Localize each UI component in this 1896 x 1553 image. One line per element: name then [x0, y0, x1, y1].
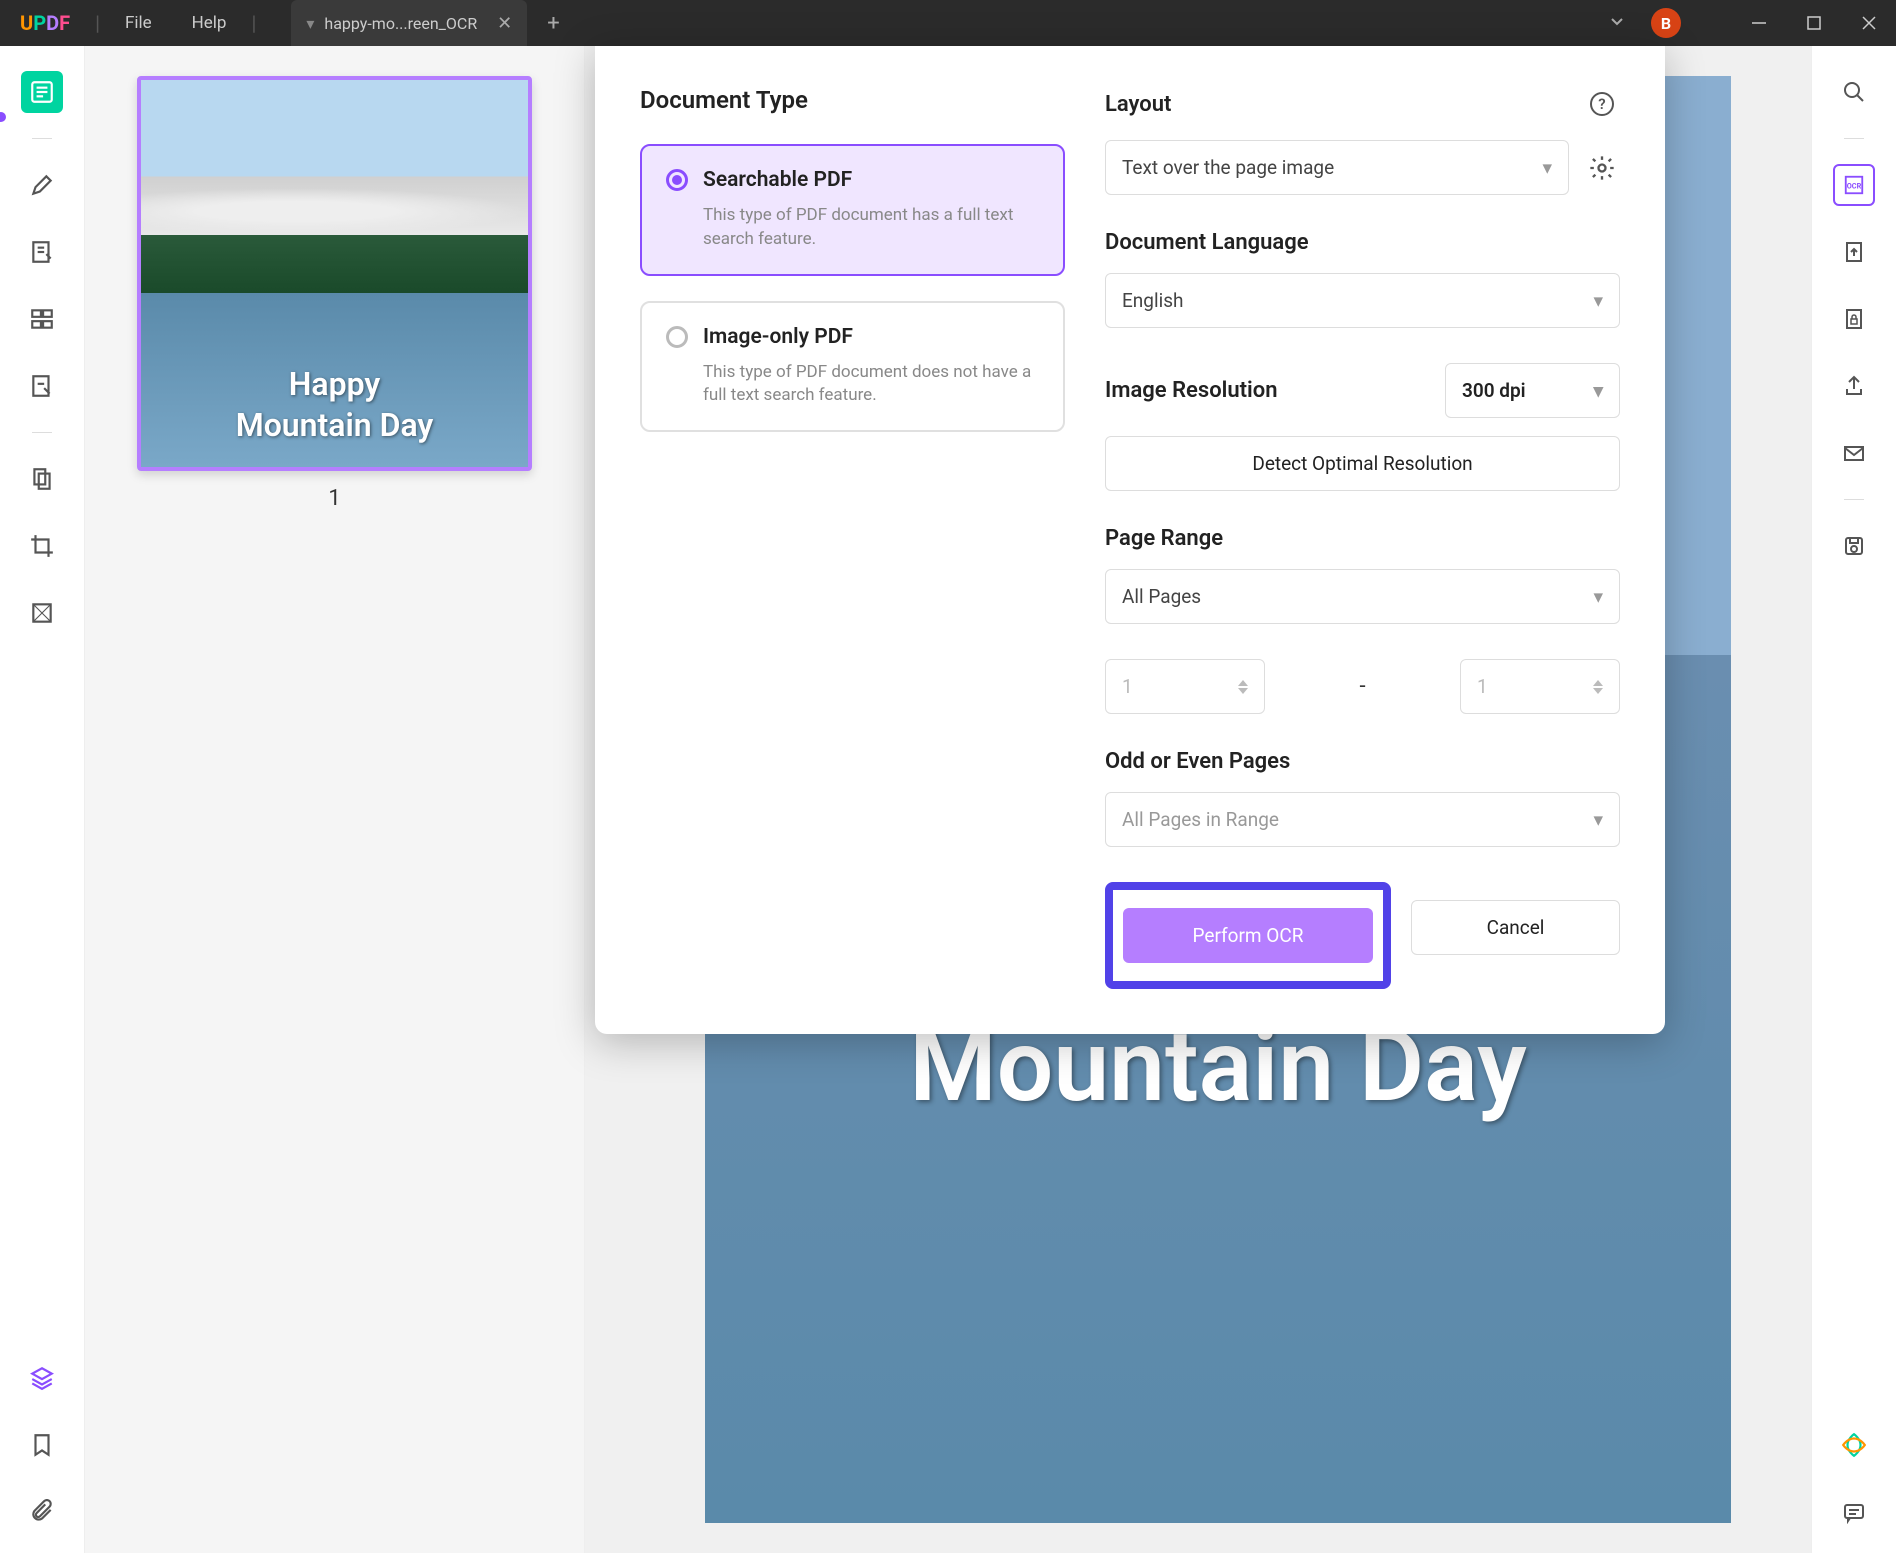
input-value: 1 — [1477, 675, 1488, 698]
detect-resolution-button[interactable]: Detect Optimal Resolution — [1105, 436, 1620, 491]
thumbnail-page-number: 1 — [137, 486, 532, 511]
user-avatar[interactable]: B — [1651, 8, 1681, 38]
chevron-down-icon: ▾ — [1542, 156, 1552, 179]
page-range-select[interactable]: All Pages ▾ — [1105, 569, 1620, 624]
chevron-down-icon: ▾ — [1593, 379, 1603, 402]
perform-ocr-button[interactable]: Perform OCR — [1123, 908, 1373, 963]
select-value: 300 dpi — [1462, 379, 1526, 402]
main-area: Happy Mountain Day 1 Happy Mountain Day … — [0, 46, 1896, 1553]
page-thumbnail[interactable]: Happy Mountain Day 1 — [137, 76, 532, 511]
option-description: This type of PDF document has a full tex… — [666, 204, 1039, 252]
odd-even-label: Odd or Even Pages — [1105, 749, 1620, 774]
layers-icon[interactable] — [21, 1357, 63, 1399]
attachment-icon[interactable] — [21, 1491, 63, 1533]
resolution-select[interactable]: 300 dpi ▾ — [1445, 363, 1620, 418]
select-value: All Pages in Range — [1122, 808, 1279, 831]
range-to-input[interactable]: 1 — [1460, 659, 1620, 714]
ocr-dialog: Document Type Searchable PDF This type o… — [595, 46, 1665, 1034]
comment-icon[interactable] — [21, 164, 63, 206]
document-type-column: Document Type Searchable PDF This type o… — [640, 86, 1065, 989]
separator — [1844, 499, 1864, 500]
doc-type-searchable-pdf[interactable]: Searchable PDF This type of PDF document… — [640, 144, 1065, 276]
select-value: Text over the page image — [1122, 156, 1334, 179]
email-icon[interactable] — [1833, 432, 1875, 474]
crop-icon[interactable] — [21, 525, 63, 567]
chevron-down-icon: ▾ — [1593, 808, 1603, 831]
left-sidebar — [0, 46, 85, 1553]
redact-icon[interactable] — [21, 592, 63, 634]
cancel-button[interactable]: Cancel — [1411, 900, 1620, 955]
document-type-title: Document Type — [640, 86, 1065, 114]
tab-close-icon[interactable]: ✕ — [497, 13, 512, 34]
menu-help[interactable]: Help — [172, 13, 247, 33]
maximize-icon[interactable] — [1786, 0, 1841, 46]
add-tab-icon[interactable]: + — [547, 11, 559, 36]
separator — [1844, 138, 1864, 139]
select-value: English — [1122, 289, 1183, 312]
page-tools-icon[interactable] — [21, 458, 63, 500]
gear-icon[interactable] — [1584, 150, 1620, 186]
stepper-icon[interactable] — [1238, 680, 1248, 694]
layout-select[interactable]: Text over the page image ▾ — [1105, 140, 1569, 195]
resolution-label: Image Resolution 300 dpi ▾ — [1105, 363, 1620, 418]
bookmark-icon[interactable] — [21, 1424, 63, 1466]
convert-icon[interactable] — [1833, 231, 1875, 273]
separator: | — [251, 11, 256, 35]
option-name: Image-only PDF — [703, 325, 853, 349]
input-value: 1 — [1122, 675, 1133, 698]
tab-title: happy-mo...reen_OCR — [324, 14, 477, 33]
fill-sign-icon[interactable] — [21, 365, 63, 407]
svg-text:?: ? — [1598, 95, 1605, 113]
highlight-annotation: Perform OCR — [1105, 882, 1391, 989]
option-description: This type of PDF document does not have … — [666, 361, 1039, 409]
select-value: All Pages — [1122, 585, 1201, 608]
range-dash: - — [1280, 674, 1445, 699]
range-from-input[interactable]: 1 — [1105, 659, 1265, 714]
chat-icon[interactable] — [1833, 1491, 1875, 1533]
help-icon[interactable]: ? — [1584, 86, 1620, 122]
save-icon[interactable] — [1833, 525, 1875, 567]
language-label: Document Language — [1105, 230, 1620, 255]
minimize-icon[interactable] — [1731, 0, 1786, 46]
separator — [32, 138, 52, 139]
search-icon[interactable] — [1833, 71, 1875, 113]
option-name: Searchable PDF — [703, 168, 852, 192]
language-select[interactable]: English ▾ — [1105, 273, 1620, 328]
app-logo: UPDF — [0, 11, 90, 35]
edit-text-icon[interactable] — [21, 231, 63, 273]
chevron-down-icon: ▾ — [1593, 585, 1603, 608]
separator — [32, 432, 52, 433]
thumbnail-image: Happy Mountain Day — [137, 76, 532, 471]
titlebar: UPDF | File Help | ▾ happy-mo...reen_OCR… — [0, 0, 1896, 46]
svg-text:OCR: OCR — [1847, 182, 1862, 191]
protect-icon[interactable] — [1833, 298, 1875, 340]
share-icon[interactable] — [1833, 365, 1875, 407]
page-range-label: Page Range — [1105, 526, 1620, 551]
odd-even-select[interactable]: All Pages in Range ▾ — [1105, 792, 1620, 847]
radio-icon — [666, 169, 688, 191]
close-icon[interactable] — [1841, 0, 1896, 46]
document-tab[interactable]: ▾ happy-mo...reen_OCR ✕ — [291, 0, 527, 46]
reader-mode-icon[interactable] — [21, 71, 63, 113]
doc-type-image-only-pdf[interactable]: Image-only PDF This type of PDF document… — [640, 301, 1065, 433]
settings-column: Layout ? Text over the page image ▾ Docu… — [1105, 86, 1620, 989]
chevron-down-icon[interactable] — [1608, 12, 1626, 34]
chevron-down-icon: ▾ — [1593, 289, 1603, 312]
separator: | — [95, 11, 100, 35]
ocr-icon[interactable]: OCR — [1833, 164, 1875, 206]
stepper-icon[interactable] — [1593, 680, 1603, 694]
right-sidebar: OCR — [1811, 46, 1896, 1553]
radio-icon — [666, 326, 688, 348]
menu-file[interactable]: File — [105, 13, 172, 33]
tab-dropdown-icon[interactable]: ▾ — [306, 14, 314, 33]
ai-assist-icon[interactable] — [1833, 1424, 1875, 1466]
thumbnail-panel: Happy Mountain Day 1 — [85, 46, 585, 1553]
thumbnail-image-text: Happy Mountain Day — [141, 364, 528, 447]
organize-pages-icon[interactable] — [21, 298, 63, 340]
layout-label: Layout ? — [1105, 86, 1620, 122]
